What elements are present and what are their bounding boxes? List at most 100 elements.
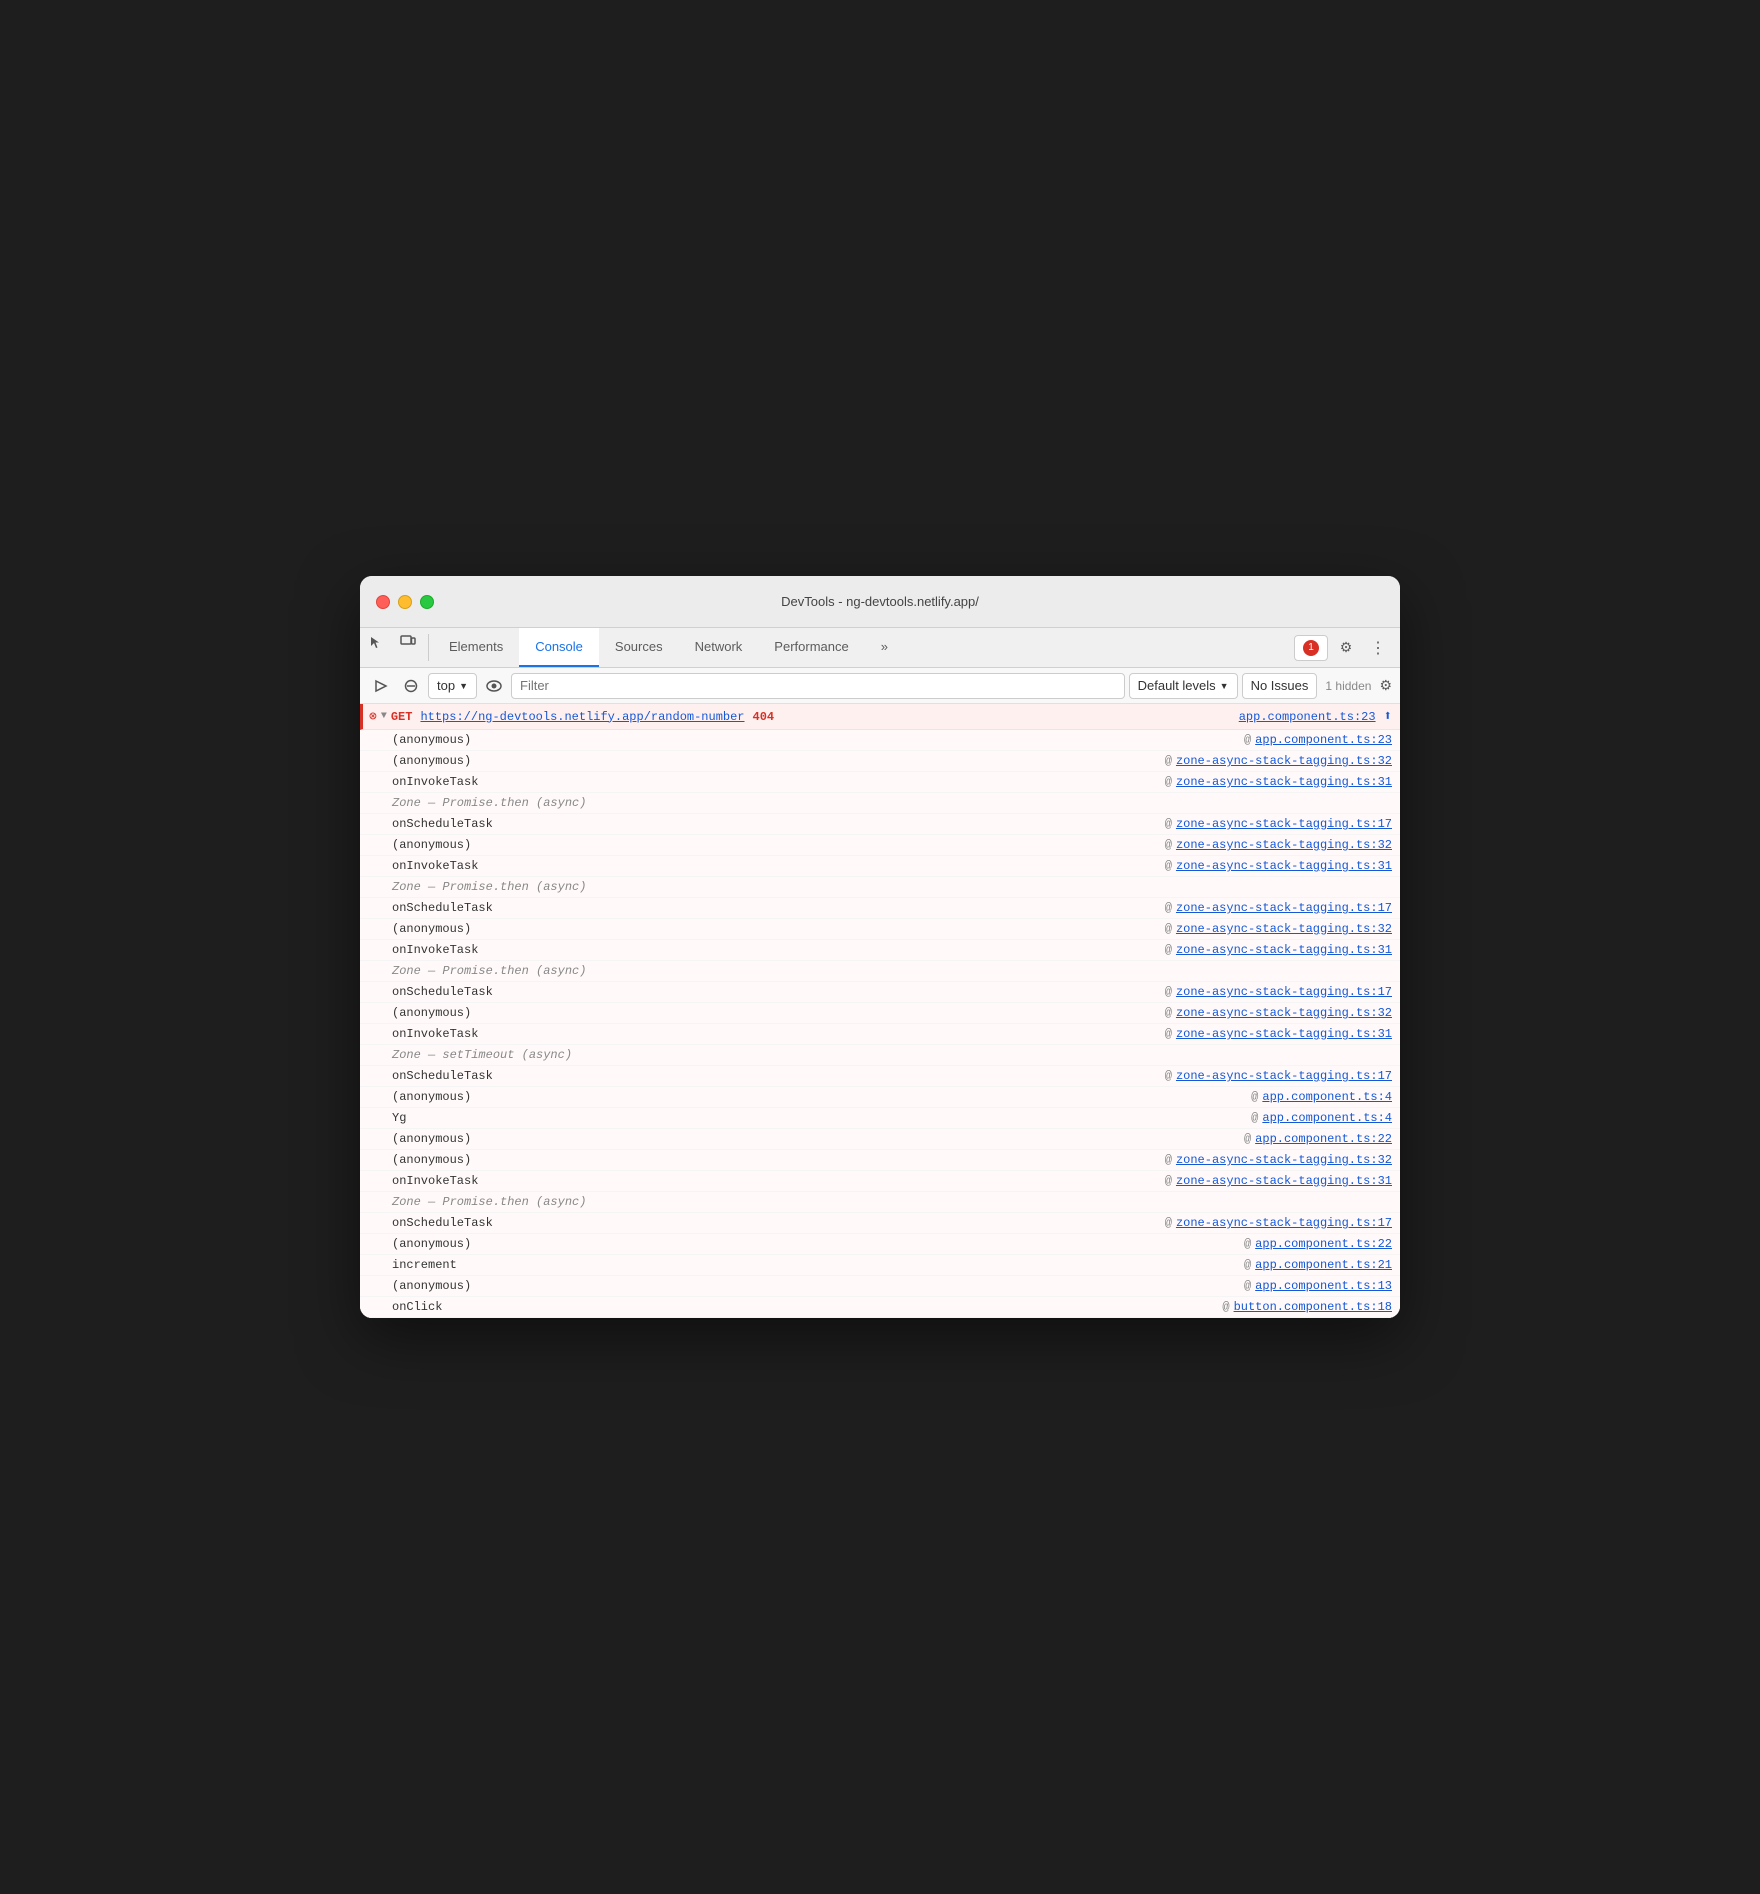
trace-at-symbol: @ <box>1165 901 1172 915</box>
trace-at-symbol: @ <box>1165 1174 1172 1188</box>
async-divider-row: Zone — setTimeout (async) <box>360 1045 1400 1066</box>
error-count: 1 <box>1303 640 1319 656</box>
tab-list: Elements Console Sources Network Perform… <box>360 628 1286 667</box>
trace-row: (anonymous)@app.component.ts:4 <box>360 1087 1400 1108</box>
error-status-code: 404 <box>753 710 775 724</box>
trace-function-name: (anonymous) <box>392 1279 612 1293</box>
trace-function-name: onInvokeTask <box>392 859 612 873</box>
no-issues-button[interactable]: No Issues <box>1242 673 1318 699</box>
error-circle-icon: ⊗ <box>369 709 377 724</box>
trace-source-link[interactable]: app.component.ts:23 <box>1255 733 1392 747</box>
trace-source-link[interactable]: zone-async-stack-tagging.ts:17 <box>1176 817 1392 831</box>
console-settings-icon[interactable]: ⚙ <box>1379 677 1392 694</box>
trace-function-name: (anonymous) <box>392 733 612 747</box>
console-content: ⊗ ▼ GET https://ng-devtools.netlify.app/… <box>360 704 1400 1318</box>
filter-input[interactable] <box>511 673 1125 699</box>
execute-icon[interactable] <box>368 673 394 699</box>
trace-function-name: onScheduleTask <box>392 985 612 999</box>
more-options-button[interactable]: ⋮ <box>1364 634 1392 662</box>
trace-row: onScheduleTask@zone-async-stack-tagging.… <box>360 982 1400 1003</box>
trace-row: onInvokeTask@zone-async-stack-tagging.ts… <box>360 1171 1400 1192</box>
main-toolbar: Elements Console Sources Network Perform… <box>360 628 1400 668</box>
upload-icon[interactable]: ⬆ <box>1384 708 1392 725</box>
log-levels-button[interactable]: Default levels ▼ <box>1129 673 1238 699</box>
expand-arrow-icon[interactable]: ▼ <box>381 711 387 722</box>
trace-source-link[interactable]: zone-async-stack-tagging.ts:17 <box>1176 1216 1392 1230</box>
tab-elements[interactable]: Elements <box>433 628 519 667</box>
trace-row: onInvokeTask@zone-async-stack-tagging.ts… <box>360 772 1400 793</box>
trace-at-symbol: @ <box>1165 943 1172 957</box>
trace-row: (anonymous)@app.component.ts:22 <box>360 1234 1400 1255</box>
trace-source-link[interactable]: app.component.ts:21 <box>1255 1258 1392 1272</box>
title-bar: DevTools - ng-devtools.netlify.app/ <box>360 576 1400 628</box>
trace-at-symbol: @ <box>1244 1132 1251 1146</box>
trace-at-symbol: @ <box>1165 922 1172 936</box>
async-divider-row: Zone — Promise.then (async) <box>360 1192 1400 1213</box>
trace-function-name: increment <box>392 1258 612 1272</box>
tab-performance[interactable]: Performance <box>758 628 864 667</box>
trace-row: onInvokeTask@zone-async-stack-tagging.ts… <box>360 940 1400 961</box>
trace-source-link[interactable]: zone-async-stack-tagging.ts:32 <box>1176 1006 1392 1020</box>
trace-function-name: (anonymous) <box>392 922 612 936</box>
trace-source-link[interactable]: zone-async-stack-tagging.ts:32 <box>1176 838 1392 852</box>
trace-source-link[interactable]: app.component.ts:22 <box>1255 1132 1392 1146</box>
trace-row: onClick@button.component.ts:18 <box>360 1297 1400 1318</box>
clear-icon[interactable] <box>398 673 424 699</box>
trace-row: onScheduleTask@zone-async-stack-tagging.… <box>360 898 1400 919</box>
trace-source-link[interactable]: zone-async-stack-tagging.ts:31 <box>1176 1174 1392 1188</box>
trace-function-name: (anonymous) <box>392 1132 612 1146</box>
trace-at-symbol: @ <box>1251 1111 1258 1125</box>
trace-row: onScheduleTask@zone-async-stack-tagging.… <box>360 1213 1400 1234</box>
trace-function-name: (anonymous) <box>392 1006 612 1020</box>
trace-row: onScheduleTask@zone-async-stack-tagging.… <box>360 814 1400 835</box>
tab-console[interactable]: Console <box>519 628 599 667</box>
trace-source-link[interactable]: app.component.ts:4 <box>1262 1090 1392 1104</box>
trace-source-link[interactable]: zone-async-stack-tagging.ts:32 <box>1176 922 1392 936</box>
trace-source-link[interactable]: button.component.ts:18 <box>1234 1300 1392 1314</box>
trace-at-symbol: @ <box>1244 1237 1251 1251</box>
trace-source-link[interactable]: zone-async-stack-tagging.ts:32 <box>1176 754 1392 768</box>
context-selector[interactable]: top ▼ <box>428 673 477 699</box>
eye-icon[interactable] <box>481 673 507 699</box>
trace-source-link[interactable]: zone-async-stack-tagging.ts:31 <box>1176 943 1392 957</box>
trace-source-link[interactable]: zone-async-stack-tagging.ts:32 <box>1176 1153 1392 1167</box>
error-url-link[interactable]: https://ng-devtools.netlify.app/random-n… <box>420 710 744 724</box>
trace-source-link[interactable]: zone-async-stack-tagging.ts:31 <box>1176 1027 1392 1041</box>
async-divider-row: Zone — Promise.then (async) <box>360 793 1400 814</box>
async-divider-row: Zone — Promise.then (async) <box>360 877 1400 898</box>
close-button[interactable] <box>376 595 390 609</box>
trace-row: (anonymous) @ app.component.ts:23 <box>360 730 1400 751</box>
trace-source-link[interactable]: app.component.ts:4 <box>1262 1111 1392 1125</box>
trace-source-link[interactable]: app.component.ts:22 <box>1255 1237 1392 1251</box>
tab-sources[interactable]: Sources <box>599 628 679 667</box>
trace-row: (anonymous)@zone-async-stack-tagging.ts:… <box>360 751 1400 772</box>
trace-at-symbol: @ <box>1165 1216 1172 1230</box>
error-source-link[interactable]: app.component.ts:23 <box>1239 710 1376 724</box>
trace-source-link[interactable]: zone-async-stack-tagging.ts:17 <box>1176 1069 1392 1083</box>
trace-row: Yg@app.component.ts:4 <box>360 1108 1400 1129</box>
trace-row: onInvokeTask@zone-async-stack-tagging.ts… <box>360 856 1400 877</box>
trace-at-symbol: @ <box>1165 1027 1172 1041</box>
minimize-button[interactable] <box>398 595 412 609</box>
trace-source-link[interactable]: zone-async-stack-tagging.ts:31 <box>1176 859 1392 873</box>
trace-source-link[interactable]: zone-async-stack-tagging.ts:17 <box>1176 901 1392 915</box>
trace-function-name: (anonymous) <box>392 838 612 852</box>
trace-function-name: onInvokeTask <box>392 775 612 789</box>
trace-row: (anonymous)@zone-async-stack-tagging.ts:… <box>360 1150 1400 1171</box>
trace-source-link[interactable]: zone-async-stack-tagging.ts:17 <box>1176 985 1392 999</box>
tab-network[interactable]: Network <box>679 628 759 667</box>
trace-at-symbol: @ <box>1165 1069 1172 1083</box>
settings-button[interactable]: ⚙ <box>1332 634 1360 662</box>
tab-more[interactable]: » <box>865 628 904 667</box>
trace-function-name: onClick <box>392 1300 612 1314</box>
error-badge-button[interactable]: 1 1 <box>1294 635 1328 661</box>
trace-at-symbol: @ <box>1165 1153 1172 1167</box>
trace-source-link[interactable]: zone-async-stack-tagging.ts:31 <box>1176 775 1392 789</box>
toolbar-actions: 1 1 ⚙ ⋮ <box>1286 628 1400 667</box>
maximize-button[interactable] <box>420 595 434 609</box>
trace-source-link[interactable]: app.component.ts:13 <box>1255 1279 1392 1293</box>
trace-at-symbol: @ <box>1244 733 1251 747</box>
trace-row: (anonymous)@zone-async-stack-tagging.ts:… <box>360 1003 1400 1024</box>
cursor-icon[interactable] <box>362 628 390 656</box>
device-icon[interactable] <box>394 628 422 656</box>
